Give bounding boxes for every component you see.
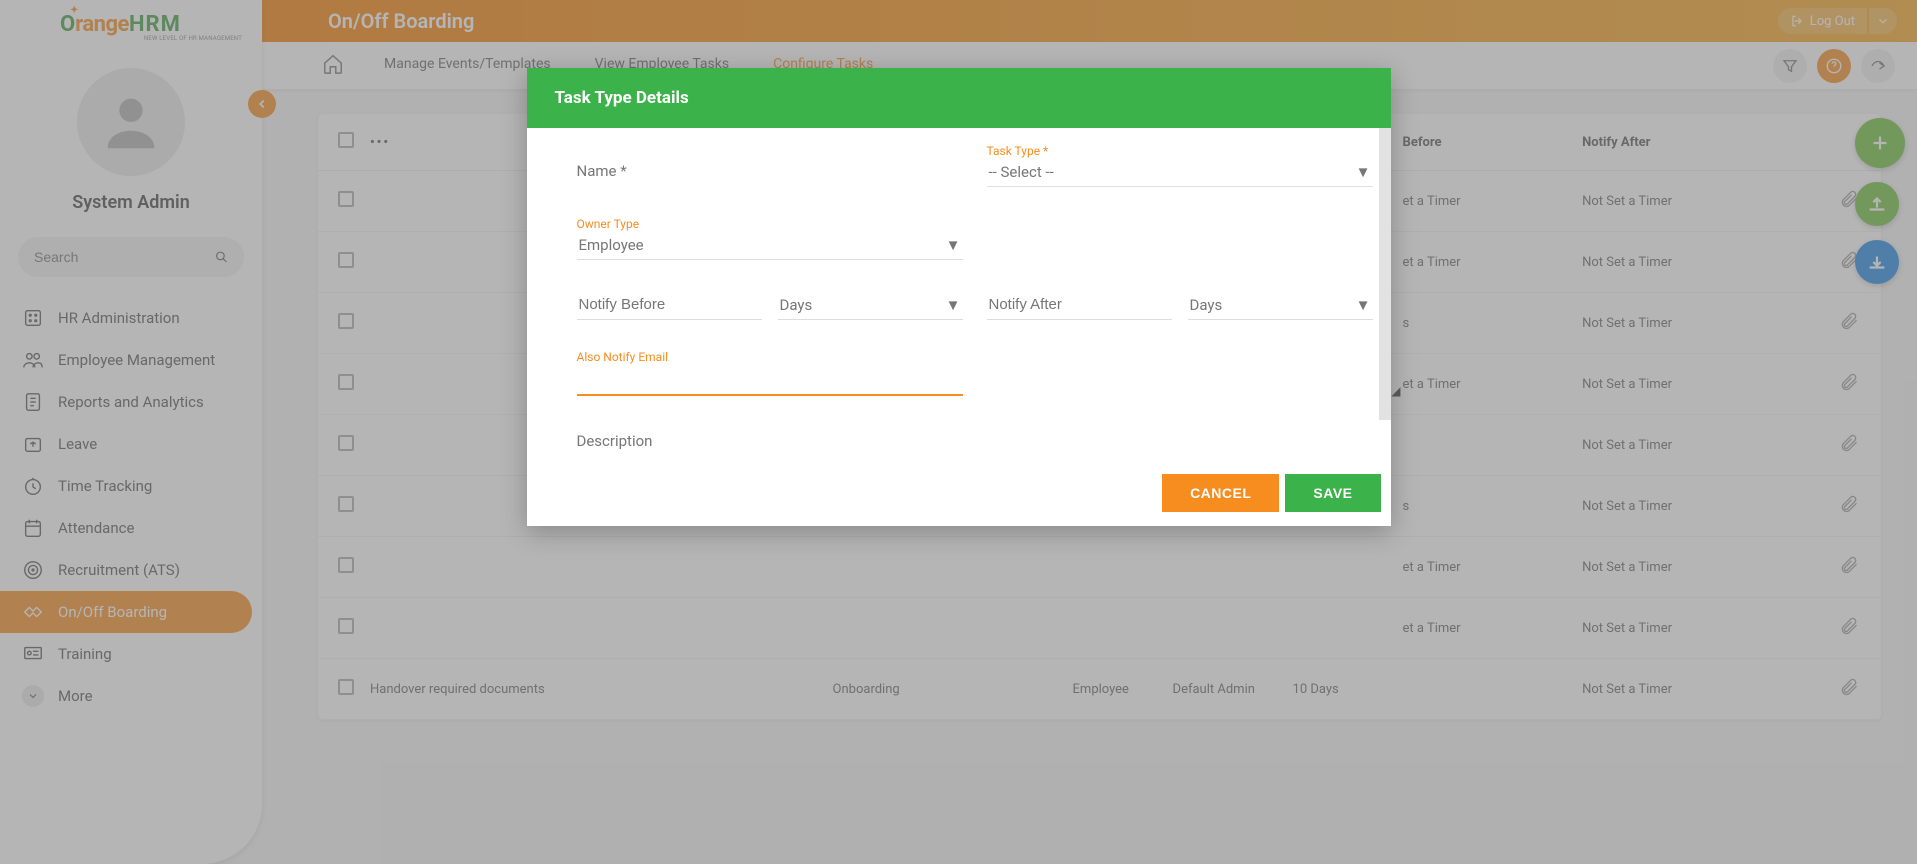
notify-after-input[interactable] [987, 290, 1172, 320]
modal-footer: CANCEL SAVE [527, 460, 1391, 526]
modal-body: Name * Task Type * -- Select -- ▼ Owner … [527, 128, 1391, 460]
modal-scrollbar[interactable] [1379, 128, 1391, 420]
name-label: Name * [577, 162, 963, 180]
task-type-label: Task Type * [987, 144, 1373, 158]
save-button[interactable]: SAVE [1285, 474, 1380, 512]
chevron-down-icon: ▼ [1356, 296, 1371, 314]
chevron-down-icon: ▼ [946, 236, 961, 254]
modal-overlay[interactable]: Task Type Details Name * Task Type * -- … [0, 0, 1917, 864]
task-type-field[interactable]: Task Type * -- Select -- ▼ [987, 144, 1373, 187]
notify-before-input[interactable] [577, 290, 762, 320]
task-type-modal: Task Type Details Name * Task Type * -- … [527, 68, 1391, 526]
also-notify-input[interactable] [577, 364, 963, 396]
days-label: Days [780, 296, 813, 314]
notify-after-group: Days ▼ [987, 290, 1373, 320]
owner-type-value: Employee [579, 236, 644, 254]
notify-before-group: Days ▼ [577, 290, 963, 320]
owner-type-field[interactable]: Owner Type Employee ▼ [577, 217, 963, 260]
days-label: Days [1190, 296, 1223, 314]
cancel-button[interactable]: CANCEL [1162, 474, 1279, 512]
owner-type-label: Owner Type [577, 217, 963, 231]
task-type-value: -- Select -- [989, 163, 1054, 181]
chevron-down-icon: ▼ [1356, 163, 1371, 181]
description-label: Description [577, 432, 1373, 450]
modal-title: Task Type Details [527, 68, 1391, 128]
notify-before-unit[interactable]: Days ▼ [778, 291, 963, 320]
notify-after-field[interactable] [987, 290, 1172, 320]
also-notify-field[interactable]: Also Notify Email [577, 350, 963, 396]
chevron-down-icon: ▼ [946, 296, 961, 314]
notify-after-unit[interactable]: Days ▼ [1188, 291, 1373, 320]
description-field[interactable]: Description [577, 432, 1373, 450]
name-field[interactable]: Name * [577, 162, 963, 187]
resize-handle-icon[interactable]: ◢ [1391, 384, 1400, 398]
also-notify-label: Also Notify Email [577, 350, 963, 364]
notify-before-field[interactable] [577, 290, 762, 320]
